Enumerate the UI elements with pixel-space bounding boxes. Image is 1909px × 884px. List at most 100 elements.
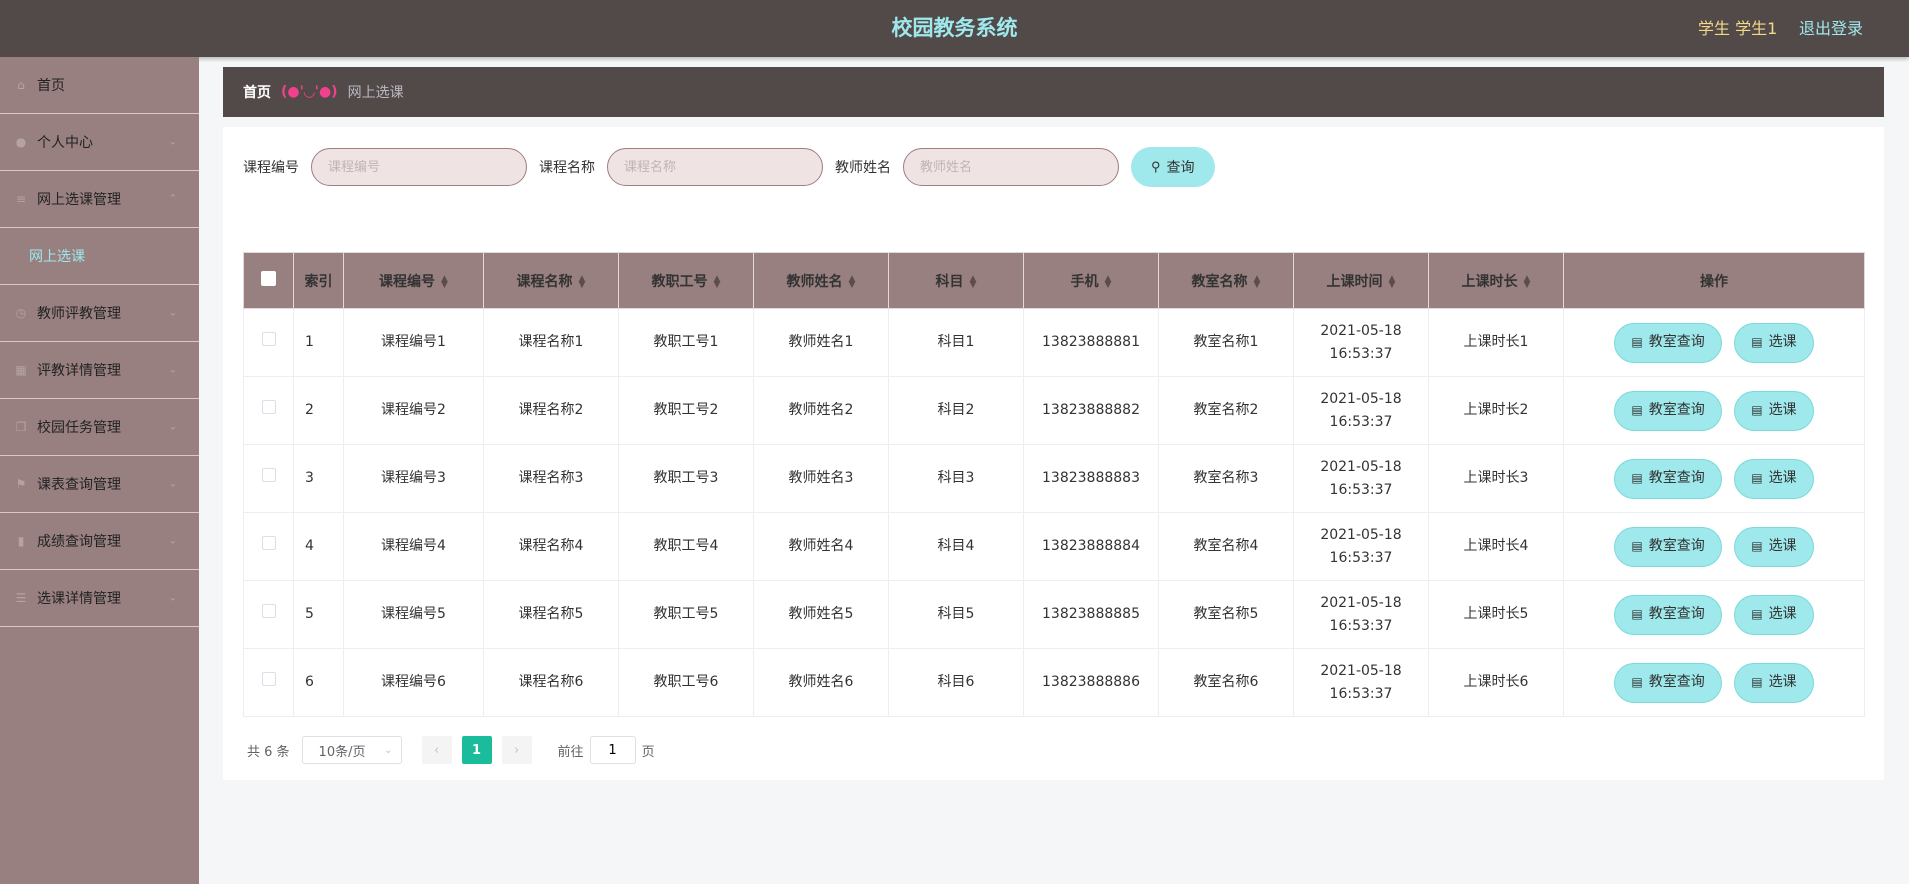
cell-actions: ▤ 教室查询 ▤ 选课 [1563,580,1865,649]
cell-course-no: 课程编号4 [343,512,484,581]
header-actions: 操作 [1563,252,1865,309]
sidebar-item-label: 个人中心 [37,135,93,151]
sort-icon[interactable]: ▲ ▼ [849,274,856,289]
header-duration[interactable]: 上课时长 ▲ ▼ [1428,252,1564,309]
room-query-button[interactable]: ▤ 教室查询 [1614,390,1722,431]
button-label: 选课 [1768,606,1797,622]
menu-icon: ☰ [15,591,27,605]
row-select-cell [243,512,294,581]
sidebar-item-teacher-evaluation[interactable]: ◷ 教师评教管理 ⌄ [0,285,199,342]
sort-icon[interactable]: ▲ ▼ [1524,274,1531,289]
button-label: 教室查询 [1648,470,1705,486]
cell-room-name: 教室名称2 [1158,376,1294,445]
pagination: 共 6 条 10条/页 ⌄ ‹ 1 › 前往 页 [247,736,655,764]
row-checkbox[interactable] [261,332,276,346]
table-row: 5 课程编号5 课程名称5 教职工号5 教师姓名5 科目5 1382388888… [243,580,1865,649]
page-size-select[interactable]: 10条/页 ⌄ [301,736,402,764]
header-subject[interactable]: 科目 ▲ ▼ [888,252,1024,309]
breadcrumb-home[interactable]: 首页 [243,82,271,102]
row-checkbox[interactable] [261,468,276,482]
cell-staff-no: 教职工号4 [618,512,754,581]
sidebar-item-home[interactable]: ⌂ 首页 [0,57,199,114]
sidebar-item-grade-query[interactable]: ▮ 成绩查询管理 ⌄ [0,513,199,570]
next-page-button[interactable]: › [501,736,532,764]
header-label: 上课时长 [1461,273,1518,290]
cell-index: 5 [293,580,344,649]
header-room-name[interactable]: 教室名称 ▲ ▼ [1158,252,1294,309]
course-no-input[interactable] [311,148,527,186]
header-course-no[interactable]: 课程编号 ▲ ▼ [343,252,484,309]
sort-icon[interactable]: ▲ ▼ [441,274,448,289]
cell-duration: 上课时长3 [1428,444,1564,513]
course-name-input[interactable] [607,148,823,186]
prev-page-button[interactable]: ‹ [421,736,452,764]
document-icon: ▤ [1751,607,1763,621]
select-course-button[interactable]: ▤ 选课 [1734,594,1814,635]
cell-duration: 上课时长5 [1428,580,1564,649]
sidebar-item-course-selection[interactable]: ≡ 网上选课管理 ⌃ [0,171,199,228]
cell-index: 2 [293,376,344,445]
select-course-button[interactable]: ▤ 选课 [1734,662,1814,703]
cell-class-time: 2021-05-18 16:53:37 [1293,580,1429,649]
select-course-button[interactable]: ▤ 选课 [1734,526,1814,567]
select-course-button[interactable]: ▤ 选课 [1734,458,1814,499]
table-row: 3 课程编号3 课程名称3 教职工号3 教师姓名3 科目3 1382388888… [243,444,1865,513]
row-checkbox[interactable] [261,400,276,414]
row-checkbox[interactable] [261,604,276,618]
room-query-button[interactable]: ▤ 教室查询 [1614,526,1722,567]
teacher-name-label: 教师姓名 [835,160,891,176]
teacher-name-input[interactable] [903,148,1119,186]
row-select-cell [243,308,294,377]
row-checkbox[interactable] [261,672,276,686]
chevron-down-icon: ⌄ [168,478,177,490]
header-label: 手机 [1070,273,1099,290]
page-number-active[interactable]: 1 [461,736,492,764]
sort-icon[interactable]: ▲ ▼ [1254,274,1261,289]
sidebar-item-selection-details[interactable]: ☰ 选课详情管理 ⌄ [0,570,199,627]
logout-link[interactable]: 退出登录 [1799,0,1863,57]
cell-subject: 科目4 [888,512,1024,581]
button-label: 选课 [1768,334,1797,350]
breadcrumb-separator: (●'◡'●) [281,84,338,100]
room-query-button[interactable]: ▤ 教室查询 [1614,458,1722,499]
sidebar-item-timetable-query[interactable]: ⚑ 课表查询管理 ⌄ [0,456,199,513]
sort-icon[interactable]: ▲ ▼ [1105,274,1112,289]
row-select-cell [243,580,294,649]
room-query-button[interactable]: ▤ 教室查询 [1614,322,1722,363]
current-user: 学生 学生1 [1698,19,1778,38]
cell-index: 4 [293,512,344,581]
clock-icon: ◷ [15,306,27,320]
document-icon: ▤ [1751,335,1763,349]
document-icon: ▤ [1631,539,1643,553]
row-checkbox[interactable] [261,536,276,550]
sidebar-subitem-online-selection[interactable]: 网上选课 [0,228,199,285]
cell-staff-no: 教职工号1 [618,308,754,377]
header-staff-no[interactable]: 教职工号 ▲ ▼ [618,252,754,309]
select-course-button[interactable]: ▤ 选课 [1734,390,1814,431]
header-course-name[interactable]: 课程名称 ▲ ▼ [483,252,619,309]
goto-page-input[interactable] [589,736,636,764]
sidebar-item-campus-tasks[interactable]: ❐ 校园任务管理 ⌄ [0,399,199,456]
cell-phone: 13823888881 [1023,308,1159,377]
room-query-button[interactable]: ▤ 教室查询 [1614,662,1722,703]
sidebar-item-evaluation-details[interactable]: ▦ 评教详情管理 ⌄ [0,342,199,399]
select-course-button[interactable]: ▤ 选课 [1734,322,1814,363]
header-class-time[interactable]: 上课时间 ▲ ▼ [1293,252,1429,309]
cell-duration: 上课时长1 [1428,308,1564,377]
app-title: 校园教务系统 [891,16,1018,40]
cell-subject: 科目5 [888,580,1024,649]
sidebar-item-label: 课表查询管理 [37,477,121,493]
document-icon: ▤ [1631,675,1643,689]
query-button[interactable]: ⚲ 查询 [1131,147,1215,187]
sidebar-item-personal-center[interactable]: ● 个人中心 ⌄ [0,114,199,171]
header-phone[interactable]: 手机 ▲ ▼ [1023,252,1159,309]
sort-icon[interactable]: ▲ ▼ [714,274,721,289]
goto-suffix: 页 [641,744,655,760]
sort-icon[interactable]: ▲ ▼ [579,274,586,289]
sort-icon[interactable]: ▲ ▼ [1389,274,1396,289]
sort-icon[interactable]: ▲ ▼ [970,274,977,289]
header-teacher-name[interactable]: 教师姓名 ▲ ▼ [753,252,889,309]
sidebar-item-label: 网上选课管理 [37,192,121,208]
room-query-button[interactable]: ▤ 教室查询 [1614,594,1722,635]
select-all-checkbox[interactable] [261,271,276,286]
